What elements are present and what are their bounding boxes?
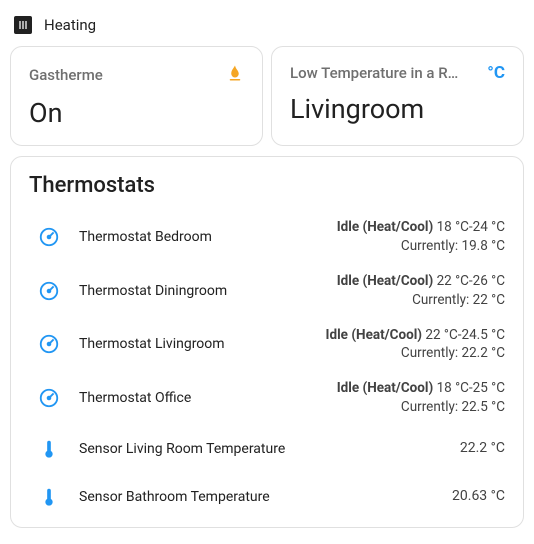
entity-name: Sensor Bathroom Temperature xyxy=(69,489,452,505)
gauge-icon xyxy=(29,280,69,302)
list-item[interactable]: Thermostat Diningroom Idle (Heat/Cool) 2… xyxy=(29,264,505,318)
thermometer-icon xyxy=(29,438,69,460)
entity-name: Thermostat Office xyxy=(69,390,337,406)
entity-state: Idle (Heat/Cool) 18 °C-25 °C Currently: … xyxy=(337,379,505,417)
entity-state: Idle (Heat/Cool) 22 °C-26 °C Currently: … xyxy=(337,272,505,310)
heating-section-header: Heating xyxy=(14,16,524,34)
list-item[interactable]: Sensor Living Room Temperature 22.2 °C xyxy=(29,425,505,473)
card-gastherme[interactable]: Gastherme On xyxy=(10,46,263,146)
card-low-temp-room[interactable]: Low Temperature in a R… °C Livingroom xyxy=(271,46,524,146)
list-item[interactable]: Sensor Bathroom Temperature 20.63 °C xyxy=(29,473,505,521)
entity-state: 22.2 °C xyxy=(460,439,505,459)
entity-state: 20.63 °C xyxy=(452,487,505,507)
entity-state: Idle (Heat/Cool) 18 °C-24 °C Currently: … xyxy=(337,218,505,256)
card-label: Low Temperature in a R… xyxy=(290,64,458,82)
gauge-icon xyxy=(29,387,69,409)
card-head: Gastherme xyxy=(29,63,244,87)
flame-icon xyxy=(226,63,244,87)
thermometer-icon xyxy=(29,486,69,508)
gauge-icon xyxy=(29,333,69,355)
entity-name: Sensor Living Room Temperature xyxy=(69,441,460,457)
entity-name: Thermostat Diningroom xyxy=(69,283,337,299)
panel-title: Thermostats xyxy=(29,173,505,198)
entity-name: Thermostat Bedroom xyxy=(69,229,337,245)
thermostats-panel: Thermostats Thermostat Bedroom Idle (Hea… xyxy=(10,156,524,528)
section-title: Heating xyxy=(44,16,96,34)
list-item[interactable]: Thermostat Bedroom Idle (Heat/Cool) 18 °… xyxy=(29,210,505,264)
entity-state: Idle (Heat/Cool) 22 °C-24.5 °C Currently… xyxy=(326,326,505,364)
card-value: Livingroom xyxy=(290,93,505,125)
gauge-icon xyxy=(29,226,69,248)
card-label: Gastherme xyxy=(29,66,103,84)
card-head: Low Temperature in a R… °C xyxy=(290,63,505,83)
entity-name: Thermostat Livingroom xyxy=(69,336,326,352)
list-item[interactable]: Thermostat Livingroom Idle (Heat/Cool) 2… xyxy=(29,318,505,372)
list-item[interactable]: Thermostat Office Idle (Heat/Cool) 18 °C… xyxy=(29,371,505,425)
celsius-icon: °C xyxy=(487,63,505,83)
card-value: On xyxy=(29,97,244,129)
summary-cards: Gastherme On Low Temperature in a R… °C … xyxy=(10,46,524,146)
heating-icon xyxy=(14,16,32,34)
